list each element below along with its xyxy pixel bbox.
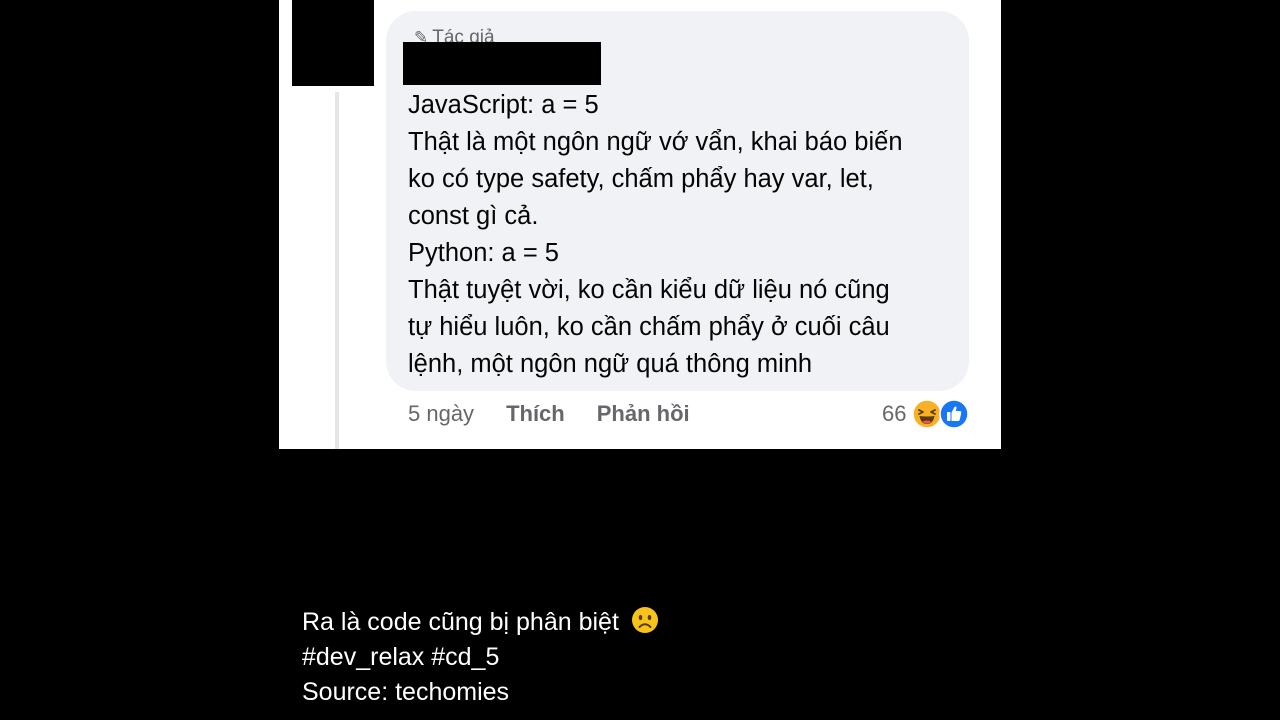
reaction-summary[interactable]: 66	[882, 396, 970, 432]
comment-line: JavaScript: a = 5	[408, 91, 599, 119]
caption-line-1: Ra là code cũng bị phân biệt	[302, 605, 660, 640]
frowning-face-icon	[631, 607, 658, 633]
comment-line: lệnh, một ngôn ngữ quá thông minh	[408, 350, 813, 378]
caption-source: Source: techomies	[302, 678, 510, 706]
post-caption: Ra là code cũng bị phân biệt #dev_relax …	[302, 605, 660, 710]
caption-text: Ra là code cũng bị phân biệt	[302, 608, 619, 636]
comment-line: Thật tuyệt vời, ko cần kiểu dữ liệu nó c…	[408, 276, 890, 304]
haha-icon	[912, 399, 943, 429]
comment-line: tự hiểu luôn, ko cần chấm phẩy ở cuối câ…	[408, 313, 890, 341]
author-name-redacted[interactable]	[403, 42, 601, 85]
comment-line: const gì cả.	[408, 202, 539, 230]
reply-button[interactable]: Phản hồi	[597, 401, 690, 427]
comment-line: Thật là một ngôn ngữ vớ vẩn, khai báo bi…	[408, 128, 903, 156]
comment-line: Python: a = 5	[408, 239, 559, 267]
reaction-count: 66	[882, 401, 907, 426]
comment-line: ko có type safety, chấm phẩy hay var, le…	[408, 165, 874, 193]
like-button[interactable]: Thích	[506, 401, 565, 427]
comment-timestamp[interactable]: 5 ngày	[408, 401, 474, 427]
like-icon	[939, 399, 970, 429]
caption-hashtags[interactable]: #dev_relax #cd_5	[302, 640, 660, 675]
thread-line	[335, 92, 339, 449]
comment-bubble: ✎ Tác giả JavaScript: a = 5 Thật là một …	[386, 11, 969, 391]
comment-actions: 5 ngày Thích Phản hồi	[408, 396, 722, 432]
comment-screenshot: ✎ Tác giả JavaScript: a = 5 Thật là một …	[279, 0, 1001, 449]
avatar-redacted	[292, 0, 374, 86]
comment-text: JavaScript: a = 5 Thật là một ngôn ngữ v…	[408, 87, 968, 383]
